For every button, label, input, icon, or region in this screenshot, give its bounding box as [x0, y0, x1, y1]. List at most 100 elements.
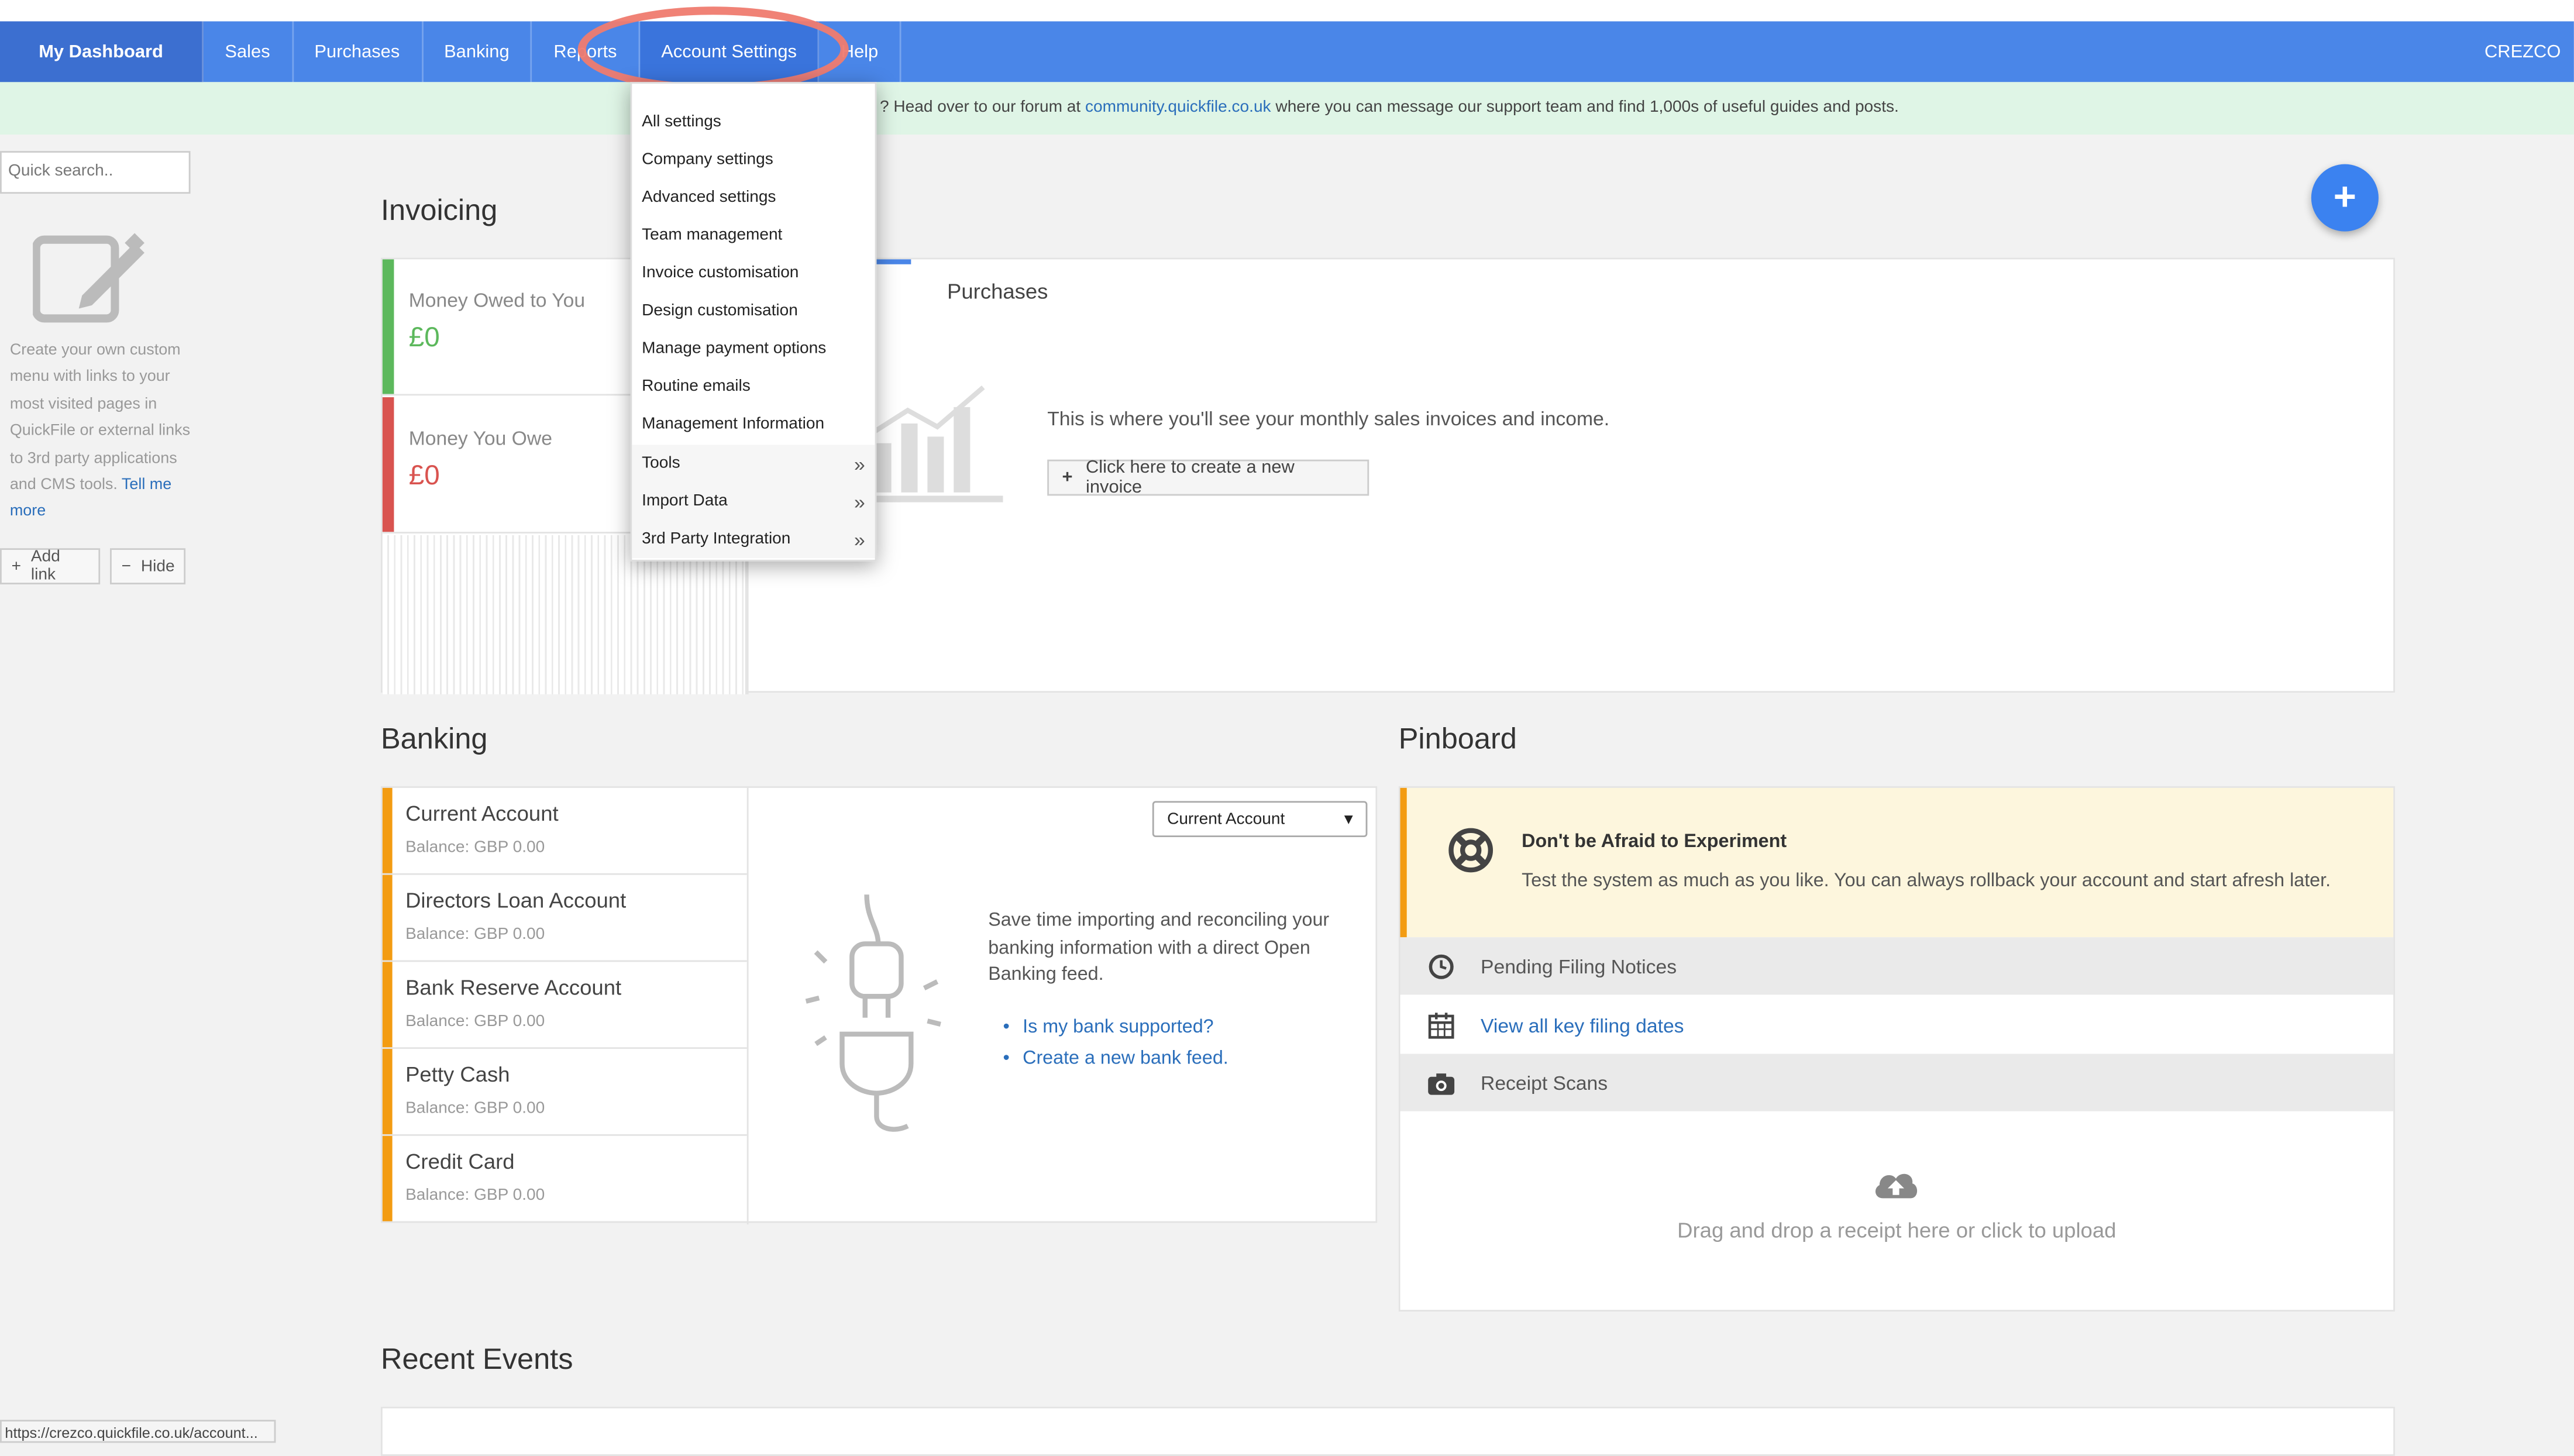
account-color-bar — [382, 875, 393, 961]
bank-account-name: Credit Card — [405, 1149, 515, 1174]
chevron-right-icon: » — [854, 490, 865, 513]
money-owe-value: £0 — [408, 459, 440, 491]
owed-color-bar — [382, 259, 394, 394]
receipt-upload-text[interactable]: Drag and drop a receipt here or click to… — [1400, 1218, 2394, 1242]
bank-account-name: Directors Loan Account — [405, 888, 627, 913]
receipt-scans-row[interactable]: Receipt Scans — [1400, 1054, 2394, 1111]
view-filing-dates-link[interactable]: View all key filing dates — [1481, 1014, 1684, 1037]
custom-menu-text: Create your own custom menu with links t… — [9, 341, 191, 494]
calendar-icon — [1428, 1011, 1454, 1038]
money-owe-label: Money You Owe — [408, 426, 552, 450]
pinboard-panel: Don't be Afraid to Experiment Test the s… — [1398, 786, 2395, 1312]
plus-icon: + — [2333, 174, 2357, 219]
camera-icon — [1428, 1072, 1455, 1094]
pending-filing-label: Pending Filing Notices — [1481, 954, 1677, 977]
menu-invoice-customisation[interactable]: Invoice customisation — [632, 254, 875, 292]
main-navbar: My Dashboard Sales Purchases Banking Rep… — [0, 21, 2574, 82]
bar-chart-icon — [862, 385, 1003, 502]
hide-label: Hide — [140, 557, 175, 576]
bank-account-item[interactable]: Credit Card Balance: GBP 0.00 — [382, 1135, 747, 1223]
custom-menu-description: Create your own custom menu with links t… — [10, 338, 194, 526]
bank-select-value: Current Account — [1167, 810, 1285, 828]
add-link-button[interactable]: + Add link — [0, 548, 101, 584]
active-tab-indicator — [875, 259, 911, 264]
money-owed-value: £0 — [408, 321, 440, 353]
invoicing-message: This is where you'll see your monthly sa… — [1047, 407, 1610, 431]
browser-top-strip — [0, 0, 2574, 22]
bank-account-item[interactable]: Petty Cash Balance: GBP 0.00 — [382, 1049, 747, 1136]
bank-account-balance: Balance: GBP 0.00 — [405, 1100, 545, 1118]
plus-icon: + — [1062, 467, 1073, 488]
account-settings-dropdown: All settings Company settings Advanced s… — [630, 82, 877, 562]
menu-import-data[interactable]: Import Data » — [632, 482, 875, 521]
bank-account-balance: Balance: GBP 0.00 — [405, 1013, 545, 1031]
owe-color-bar — [382, 397, 394, 532]
recent-events-panel — [380, 1406, 2395, 1456]
quick-search-input[interactable]: Quick search.. — [0, 151, 191, 194]
hide-button[interactable]: − Hide — [110, 548, 186, 584]
create-invoice-label: Click here to create a new invoice — [1085, 457, 1295, 498]
bank-account-balance: Balance: GBP 0.00 — [405, 925, 545, 944]
menu-manage-payment-options[interactable]: Manage payment options — [632, 330, 875, 368]
cloud-upload-icon[interactable] — [1871, 1165, 1921, 1204]
nav-purchases[interactable]: Purchases — [293, 21, 423, 82]
nav-banking[interactable]: Banking — [423, 21, 532, 82]
add-fab-button[interactable]: + — [2311, 164, 2379, 232]
bank-account-item[interactable]: Directors Loan Account Balance: GBP 0.00 — [382, 875, 747, 962]
annotation-highlight-circle — [577, 6, 849, 92]
bank-account-balance: Balance: GBP 0.00 — [405, 1186, 545, 1205]
pending-filing-notices-row[interactable]: Pending Filing Notices — [1400, 937, 2394, 995]
bank-account-item[interactable]: Bank Reserve Account Balance: GBP 0.00 — [382, 962, 747, 1049]
account-color-bar — [382, 1049, 393, 1134]
receipt-scans-label: Receipt Scans — [1481, 1071, 1608, 1094]
create-bank-feed-link[interactable]: Create a new bank feed. — [1003, 1044, 1228, 1075]
nav-my-dashboard[interactable]: My Dashboard — [0, 21, 204, 82]
bank-account-item[interactable]: Current Account Balance: GBP 0.00 — [382, 787, 747, 875]
account-color-bar — [382, 1135, 393, 1221]
menu-3rd-party-integration[interactable]: 3rd Party Integration » — [632, 520, 875, 559]
menu-routine-emails[interactable]: Routine emails — [632, 368, 875, 406]
banking-panel: Current Account Balance: GBP 0.00 Direct… — [380, 786, 1378, 1225]
bank-account-name: Bank Reserve Account — [405, 975, 622, 1000]
account-color-bar — [382, 787, 393, 873]
menu-team-management[interactable]: Team management — [632, 216, 875, 254]
minus-icon: − — [121, 557, 132, 576]
add-link-label: Add link — [30, 548, 60, 584]
menu-management-information[interactable]: Management Information — [632, 405, 875, 443]
bank-account-name: Current Account — [405, 801, 559, 826]
edit-menu-icon — [33, 233, 144, 323]
notice-text-after: where you can message our support team a… — [1271, 98, 1899, 117]
menu-3rd-party-label: 3rd Party Integration — [642, 530, 791, 549]
recent-events-title: Recent Events — [380, 1343, 573, 1376]
pinboard-title: Pinboard — [1398, 722, 1517, 755]
nav-sales[interactable]: Sales — [204, 21, 293, 82]
money-owed-label: Money Owed to You — [408, 288, 586, 312]
alert-title: Don't be Afraid to Experiment — [1522, 832, 1787, 852]
create-invoice-button[interactable]: + Click here to create a new invoice — [1047, 457, 1369, 498]
menu-company-settings[interactable]: Company settings — [632, 141, 875, 179]
bank-account-name: Petty Cash — [405, 1062, 510, 1087]
bank-account-select[interactable]: Current Account ▼ — [1152, 801, 1368, 838]
menu-tools[interactable]: Tools » — [632, 445, 875, 483]
filing-dates-row: View all key filing dates — [1400, 996, 2394, 1054]
menu-tools-label: Tools — [642, 455, 680, 473]
menu-advanced-settings[interactable]: Advanced settings — [632, 179, 875, 217]
menu-all-settings[interactable]: All settings — [632, 104, 875, 142]
plus-icon: + — [11, 557, 22, 576]
invoicing-title: Invoicing — [380, 194, 498, 227]
is-my-bank-supported-link[interactable]: Is my bank supported? — [1003, 1013, 1228, 1044]
forum-notice-banner: ? Head over to our forum at community.qu… — [0, 82, 2574, 135]
bank-account-balance: Balance: GBP 0.00 — [405, 838, 545, 857]
banking-feed-message: Save time importing and reconciling your… — [988, 911, 1330, 985]
menu-import-data-label: Import Data — [642, 492, 728, 511]
company-name[interactable]: CREZCO — [2484, 21, 2561, 82]
menu-design-customisation[interactable]: Design customisation — [632, 292, 875, 330]
chevron-down-icon: ▼ — [1341, 811, 1356, 828]
clock-icon — [1429, 954, 1454, 979]
experiment-alert: Don't be Afraid to Experiment Test the s… — [1400, 787, 2394, 938]
chevron-right-icon: » — [854, 452, 865, 476]
account-color-bar — [382, 962, 393, 1048]
tab-purchases[interactable]: Purchases — [947, 279, 1048, 304]
alert-body: Test the system as much as you like. You… — [1522, 871, 2331, 892]
forum-link[interactable]: community.quickfile.co.uk — [1085, 98, 1271, 116]
